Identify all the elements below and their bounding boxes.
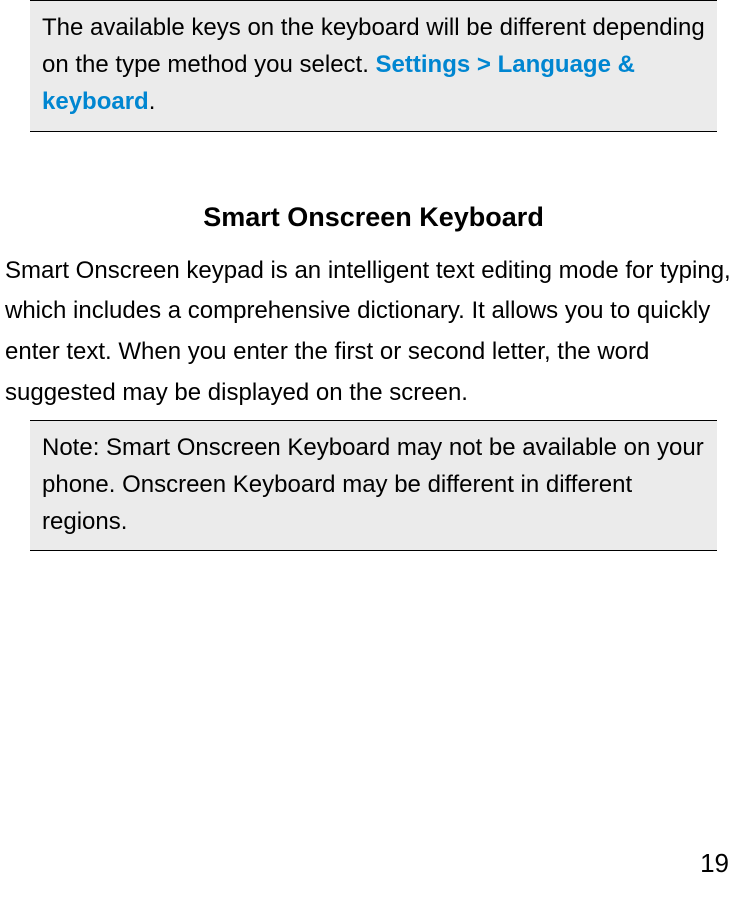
note-box-second: Note: Smart Onscreen Keyboard may not be… [30,420,717,552]
note-period: . [149,88,156,115]
page-number: 19 [700,848,729,879]
section-body: Smart Onscreen keypad is an intelligent … [0,251,747,414]
note-text-2: Note: Smart Onscreen Keyboard may not be… [42,434,704,535]
note-box-top: The available keys on the keyboard will … [30,0,717,132]
note-space [369,51,376,78]
section-heading: Smart Onscreen Keyboard [0,202,747,233]
